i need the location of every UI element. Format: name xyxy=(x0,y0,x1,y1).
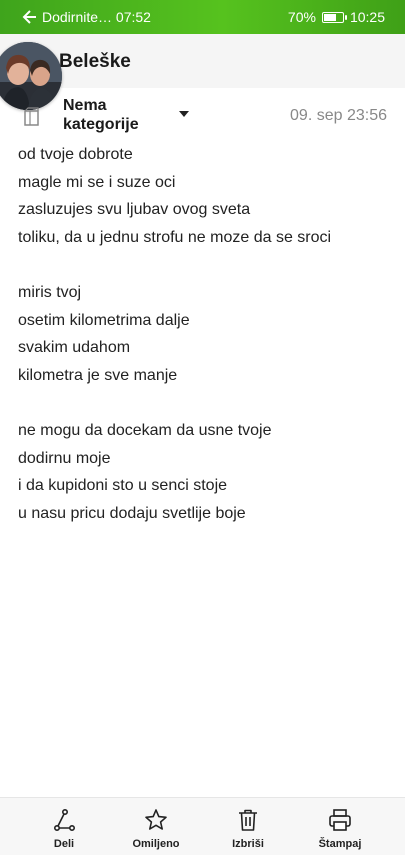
note-line: magle mi se i suze oci xyxy=(18,173,176,191)
note-line: zasluzujes svu ljubav ovog sveta xyxy=(18,201,251,219)
battery-icon xyxy=(321,11,347,23)
status-right: 70% 10:25 xyxy=(288,9,385,25)
note-line: toliku, da u jednu strofu ne moze da se … xyxy=(18,228,332,246)
share-label: Deli xyxy=(53,838,75,850)
note-line: svakim udahom xyxy=(18,339,131,357)
bottom-toolbar: Deli Omiljeno Izbriši Štampaj xyxy=(0,797,405,855)
avatar[interactable] xyxy=(0,42,62,110)
note-line: u nasu pricu dodaju svetlije boje xyxy=(18,504,246,522)
note-date: 09. sep 23:56 xyxy=(290,107,387,124)
category-select[interactable]: Nema kategorije xyxy=(63,96,173,134)
favorite-label: Omiljeno xyxy=(132,838,180,850)
status-notification[interactable]: Dodirnite… 07:52 xyxy=(42,9,151,25)
share-icon xyxy=(53,808,75,831)
note-line xyxy=(18,251,393,279)
battery-percent: 70% xyxy=(287,9,316,25)
print-button[interactable]: Štampaj xyxy=(300,798,380,855)
note-line: miris tvoj xyxy=(18,283,82,301)
folder-icon[interactable] xyxy=(21,107,41,127)
status-time: 10:25 xyxy=(349,9,385,25)
note-body[interactable]: od tvoje dobrote magle mi se i suze oci za… xyxy=(18,141,393,527)
status-bar: Dodirnite… 07:52 70% 10:25 xyxy=(0,0,405,34)
note-line: od tvoje dobrote xyxy=(18,146,133,163)
note-line: i da kupidoni sto u senci stoje xyxy=(18,477,228,495)
page-title: Beleške xyxy=(59,51,131,72)
note-line: kilometra je sve manje xyxy=(18,366,178,384)
chevron-down-icon[interactable] xyxy=(179,111,189,117)
trash-icon xyxy=(239,809,257,831)
note-line: dodirnu moje xyxy=(18,449,111,467)
note-line xyxy=(18,389,393,417)
star-icon xyxy=(145,809,167,830)
delete-button[interactable]: Izbriši xyxy=(208,798,288,855)
print-label: Štampaj xyxy=(318,838,362,850)
arrow-left-icon[interactable] xyxy=(22,8,38,26)
printer-icon xyxy=(329,809,351,831)
note-line: ne mogu da docekam da usne tvoje xyxy=(18,421,272,439)
note-line: osetim kilometrima dalje xyxy=(18,311,190,329)
favorite-button[interactable]: Omiljeno xyxy=(116,798,196,855)
delete-label: Izbriši xyxy=(232,838,264,850)
share-button[interactable]: Deli xyxy=(24,798,104,855)
